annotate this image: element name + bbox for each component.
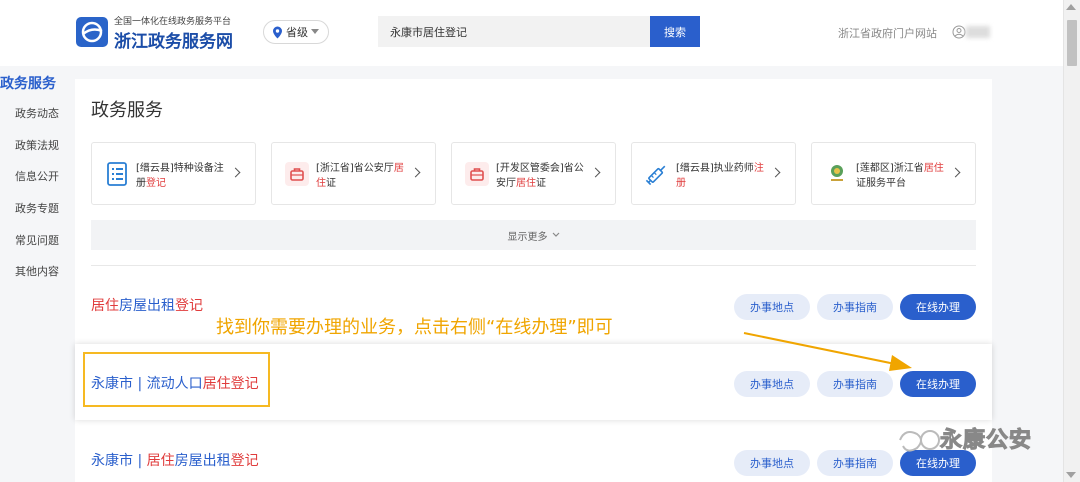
search-input[interactable]: [378, 16, 650, 47]
briefcase-icon: [285, 162, 309, 186]
location-button[interactable]: 办事地点: [734, 450, 810, 476]
watermark-text: 永康公安: [939, 428, 1033, 454]
blurred-username: [966, 26, 990, 38]
page-scrollbar[interactable]: [1063, 0, 1080, 482]
main-panel: [75, 79, 992, 482]
guide-button[interactable]: 办事指南: [817, 294, 893, 320]
highlight-box: [83, 352, 270, 407]
chevron-right-icon: [410, 167, 421, 178]
service-card[interactable]: [浙江省]省公安厅居住证: [271, 142, 436, 205]
syringe-icon: [645, 165, 666, 186]
section-divider: [91, 265, 976, 266]
result-title[interactable]: 居住房屋出租登记: [91, 295, 203, 315]
arrow-icon: [743, 332, 912, 371]
caret-down-icon: [311, 29, 319, 34]
logo-subtitle: 全国一体化在线政务服务平台: [114, 17, 232, 27]
briefcase-icon: [465, 162, 489, 186]
sidebar-title[interactable]: 政务服务: [0, 73, 56, 93]
service-card[interactable]: [开发区管委会]省公安厅居住证: [451, 142, 616, 205]
card-label: [浙江省]省公安厅居住证: [316, 163, 404, 189]
scroll-up-arrow-icon[interactable]: [1066, 4, 1076, 10]
chevron-right-icon: [770, 167, 781, 178]
sidebar-item-news[interactable]: 政务动态: [15, 105, 59, 121]
online-apply-button[interactable]: 在线办理: [900, 294, 976, 320]
show-more-button[interactable]: 显示更多: [91, 220, 976, 250]
instruction-annotation: 找到你需要办理的业务，点击右侧“在线办理”即可: [216, 317, 613, 338]
service-card[interactable]: [缙云县]执业药师注册: [631, 142, 796, 205]
scroll-down-arrow-icon[interactable]: [1066, 472, 1076, 478]
list-document-icon: [107, 162, 127, 186]
service-card[interactable]: [莲都区]浙江省居住证服务平台: [811, 142, 976, 205]
sidebar-item-policy[interactable]: 政策法规: [15, 137, 59, 153]
region-label: 省级: [286, 26, 308, 39]
guide-button[interactable]: 办事指南: [817, 450, 893, 476]
card-label: [缙云县]执业药师注册: [676, 163, 764, 189]
sidebar-item-topics[interactable]: 政务专题: [15, 200, 59, 216]
card-label: [缙云县]特种设备注册登记: [136, 163, 224, 189]
sidebar-item-faq[interactable]: 常见问题: [15, 232, 59, 248]
search-button[interactable]: 搜索: [650, 16, 700, 47]
site-logo-icon[interactable]: [76, 17, 108, 47]
sidebar-item-disclosure[interactable]: 信息公开: [15, 168, 59, 184]
service-card[interactable]: [缙云县]特种设备注册登记: [91, 142, 256, 205]
sidebar-item-other[interactable]: 其他内容: [15, 263, 59, 279]
card-label: [莲都区]浙江省居住证服务平台: [856, 163, 944, 189]
scrollbar-thumb[interactable]: [1067, 20, 1077, 66]
chevron-down-icon: [552, 232, 559, 237]
result-title[interactable]: 永康市 | 居住房屋出租登记: [91, 450, 259, 470]
show-more-label: 显示更多: [507, 231, 548, 243]
portal-link[interactable]: 浙江省政府门户网站: [838, 25, 937, 41]
emblem-icon: [831, 165, 843, 181]
chevron-right-icon: [230, 167, 241, 178]
chevron-right-icon: [950, 167, 961, 178]
location-button[interactable]: 办事地点: [734, 294, 810, 320]
location-pin-icon: [273, 26, 282, 38]
user-icon[interactable]: [952, 25, 966, 39]
chevron-right-icon: [590, 167, 601, 178]
card-label: [开发区管委会]省公安厅居住证: [496, 163, 584, 189]
logo-title[interactable]: 浙江政务服务网: [114, 27, 233, 52]
region-select[interactable]: 省级: [263, 20, 329, 44]
panel-title: 政务服务: [91, 100, 163, 121]
